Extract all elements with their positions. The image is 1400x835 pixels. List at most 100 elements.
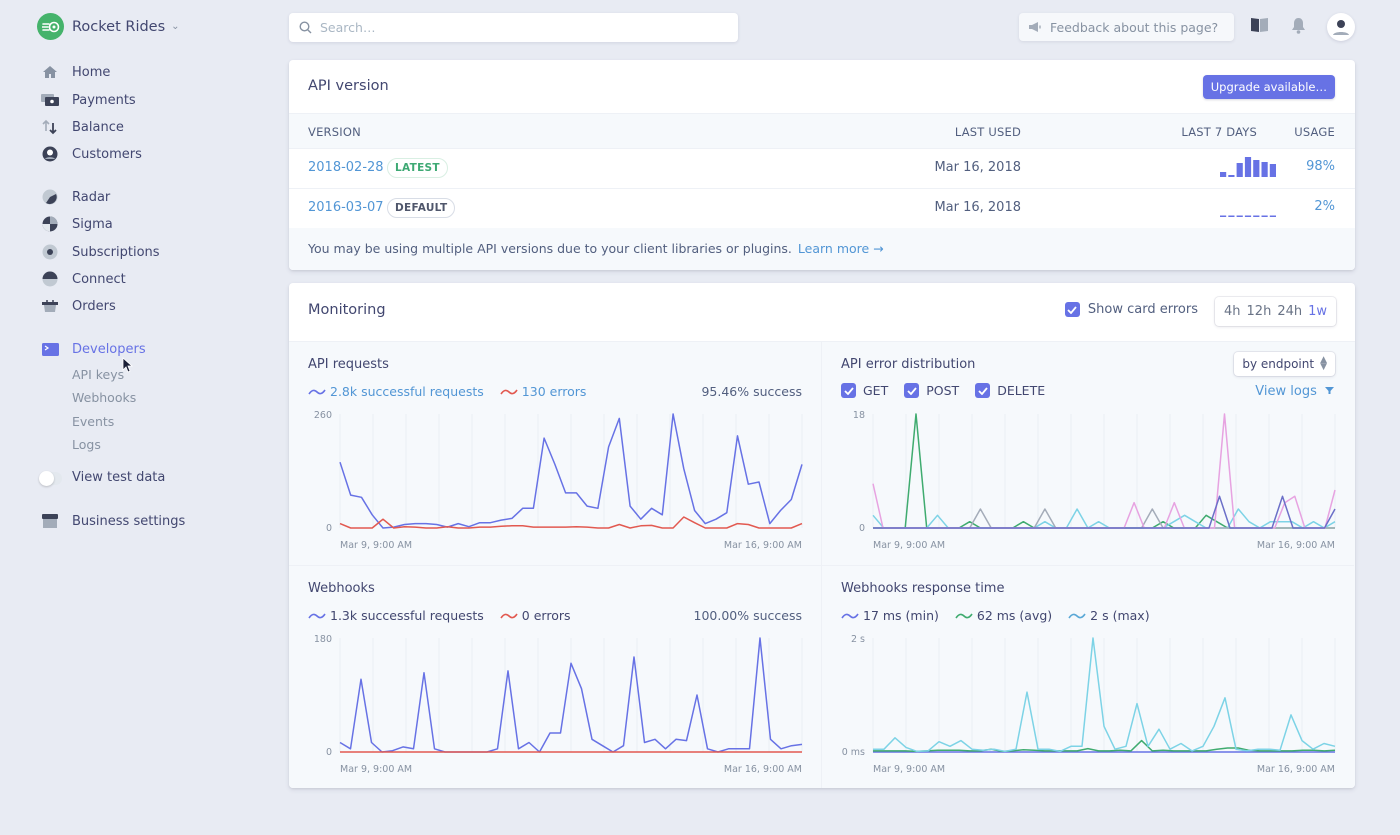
sidebar-subitem-api-keys[interactable]: API keys	[72, 367, 124, 382]
account-switcher[interactable]: Rocket Rides ⌄	[37, 13, 180, 40]
api-error-distribution-chart: 0 18 Mar 9, 9:00 AM Mar 16, 9:00 AM	[853, 410, 1336, 551]
legend-label: 17 ms (min)	[863, 608, 939, 623]
legend-successful[interactable]: 1.3k successful requests	[308, 608, 484, 623]
x-tick-label: Mar 9, 9:00 AM	[340, 764, 412, 775]
sidebar-item-orders[interactable]: Orders	[41, 296, 116, 316]
account-name: Rocket Rides	[72, 18, 166, 35]
chart-legend: 17 ms (min) 62 ms (avg) 2 s (max)	[841, 608, 1166, 623]
range-12h[interactable]: 12h	[1247, 304, 1272, 319]
sidebar-item-label: Connect	[72, 271, 126, 287]
panel-title: API requests	[308, 357, 389, 372]
monitoring-card: Monitoring Show card errors 4h 12h 24h 1…	[289, 283, 1355, 788]
sidebar-item-developers[interactable]: Developers	[41, 339, 146, 359]
webhooks-panel: Webhooks 1.3k successful requests 0 erro…	[289, 565, 822, 788]
y-tick-label: 18	[853, 410, 865, 421]
legend-min[interactable]: 17 ms (min)	[841, 608, 939, 623]
sidebar-item-label: Subscriptions	[72, 244, 160, 260]
payments-icon	[41, 91, 59, 109]
legend-avg[interactable]: 62 ms (avg)	[955, 608, 1052, 623]
legend-max[interactable]: 2 s (max)	[1068, 608, 1150, 623]
account-avatar[interactable]	[1327, 13, 1355, 41]
line-swatch-icon	[841, 613, 859, 618]
sidebar-item-home[interactable]: Home	[41, 62, 110, 82]
panel-title: Webhooks	[308, 581, 375, 596]
success-rate: 95.46% success	[701, 384, 802, 399]
checkbox-checked-icon[interactable]	[975, 383, 991, 398]
sidebar-subitem-webhooks[interactable]: Webhooks	[72, 390, 136, 405]
note-text: You may be using multiple API versions d…	[308, 241, 792, 256]
table-row: 2018-02-28 LATEST Mar 16, 2018 98%	[289, 149, 1355, 189]
sparkline-bar	[1220, 172, 1227, 177]
column-last-used: LAST USED	[954, 125, 1021, 139]
sidebar-item-label: Developers	[72, 341, 146, 357]
sidebar-item-connect[interactable]: Connect	[41, 269, 126, 289]
sparkline-bar	[1244, 215, 1252, 217]
view-logs-link[interactable]: View logs	[1255, 384, 1334, 399]
y-tick-label: 260	[314, 410, 332, 421]
legend-label: 130 errors	[521, 384, 587, 399]
view-test-data-toggle[interactable]	[39, 471, 62, 486]
balance-icon	[41, 118, 59, 136]
filter-post[interactable]: POST	[904, 383, 959, 398]
filter-delete[interactable]: DELETE	[975, 383, 1045, 398]
checkbox-checked-icon[interactable]	[904, 383, 920, 398]
terminal-icon	[41, 340, 59, 358]
legend-label: 62 ms (avg)	[976, 608, 1053, 623]
y-tick-label: 180	[314, 634, 332, 645]
x-tick-label: Mar 16, 9:00 AM	[724, 764, 802, 775]
filter-label: DELETE	[997, 383, 1046, 398]
subscriptions-icon	[41, 243, 59, 261]
search-input[interactable]	[320, 20, 720, 35]
sidebar-item-label: Radar	[72, 189, 111, 205]
checkbox-checked-icon[interactable]	[841, 383, 856, 398]
select-arrows-icon: ▲ ▼	[1320, 355, 1327, 372]
checkbox-checked-icon[interactable]	[1064, 302, 1080, 317]
version-link[interactable]: 2018-02-28	[308, 160, 384, 175]
legend-errors[interactable]: 0 errors	[500, 608, 571, 623]
legend-successful[interactable]: 2.8k successful requests	[308, 384, 484, 399]
filter-get[interactable]: GET	[841, 383, 888, 398]
group-by-select[interactable]: by endpoint ▲ ▼	[1234, 352, 1335, 376]
view-test-data-label[interactable]: View test data	[72, 470, 165, 485]
line-swatch-icon	[500, 613, 518, 618]
sidebar-item-payments[interactable]: Payments	[41, 90, 136, 110]
sparkline-bar	[1236, 215, 1243, 217]
line-swatch-icon	[500, 389, 518, 394]
y-tick-label: 0	[859, 523, 865, 534]
toggle-switch[interactable]	[39, 471, 62, 486]
range-24h[interactable]: 24h	[1277, 304, 1302, 319]
sidebar-item-customers[interactable]: Customers	[41, 144, 142, 164]
range-4h[interactable]: 4h	[1224, 304, 1241, 319]
sparkline-bar	[1253, 160, 1260, 177]
line-swatch-icon	[1068, 613, 1086, 618]
line-swatch-icon	[955, 613, 973, 618]
time-range-selector: 4h 12h 24h 1w	[1215, 297, 1336, 326]
y-tick-label: 2 s	[851, 634, 865, 645]
learn-more-link[interactable]: Learn more →	[798, 241, 884, 256]
version-link[interactable]: 2016-03-07	[308, 200, 384, 215]
sidebar-item-sigma[interactable]: Sigma	[41, 214, 113, 234]
x-tick-label: Mar 9, 9:00 AM	[340, 540, 412, 551]
line-swatch-icon	[308, 389, 326, 394]
show-card-errors-checkbox[interactable]: Show card errors	[1064, 302, 1198, 317]
select-value: by endpoint	[1242, 357, 1315, 371]
legend-errors[interactable]: 130 errors	[500, 384, 587, 399]
sidebar-subitem-logs[interactable]: Logs	[72, 437, 101, 452]
x-tick-label: Mar 16, 9:00 AM	[724, 540, 802, 551]
sidebar-item-subscriptions[interactable]: Subscriptions	[41, 242, 160, 262]
search-box[interactable]	[289, 13, 738, 42]
sidebar-item-balance[interactable]: Balance	[41, 117, 124, 137]
table-row: 2016-03-07 DEFAULT Mar 16, 2018 2%	[289, 189, 1355, 229]
sparkline-bar	[1269, 164, 1276, 177]
sidebar-item-radar[interactable]: Radar	[41, 187, 110, 207]
upgrade-button[interactable]: Upgrade available…	[1202, 75, 1335, 99]
docs-button[interactable]	[1251, 17, 1268, 36]
range-1w[interactable]: 1w	[1308, 304, 1327, 319]
connect-icon	[41, 270, 59, 288]
notifications-button[interactable]	[1291, 17, 1306, 38]
usage-value: 2%	[1314, 199, 1335, 214]
sidebar-item-business-settings[interactable]: Business settings	[41, 511, 185, 531]
webhooks-response-time-chart: 0 ms 2 s Mar 9, 9:00 AM Mar 16, 9:00 AM	[842, 634, 1336, 775]
feedback-button[interactable]: Feedback about this page?	[1019, 13, 1234, 41]
sidebar-subitem-events[interactable]: Events	[72, 414, 114, 429]
